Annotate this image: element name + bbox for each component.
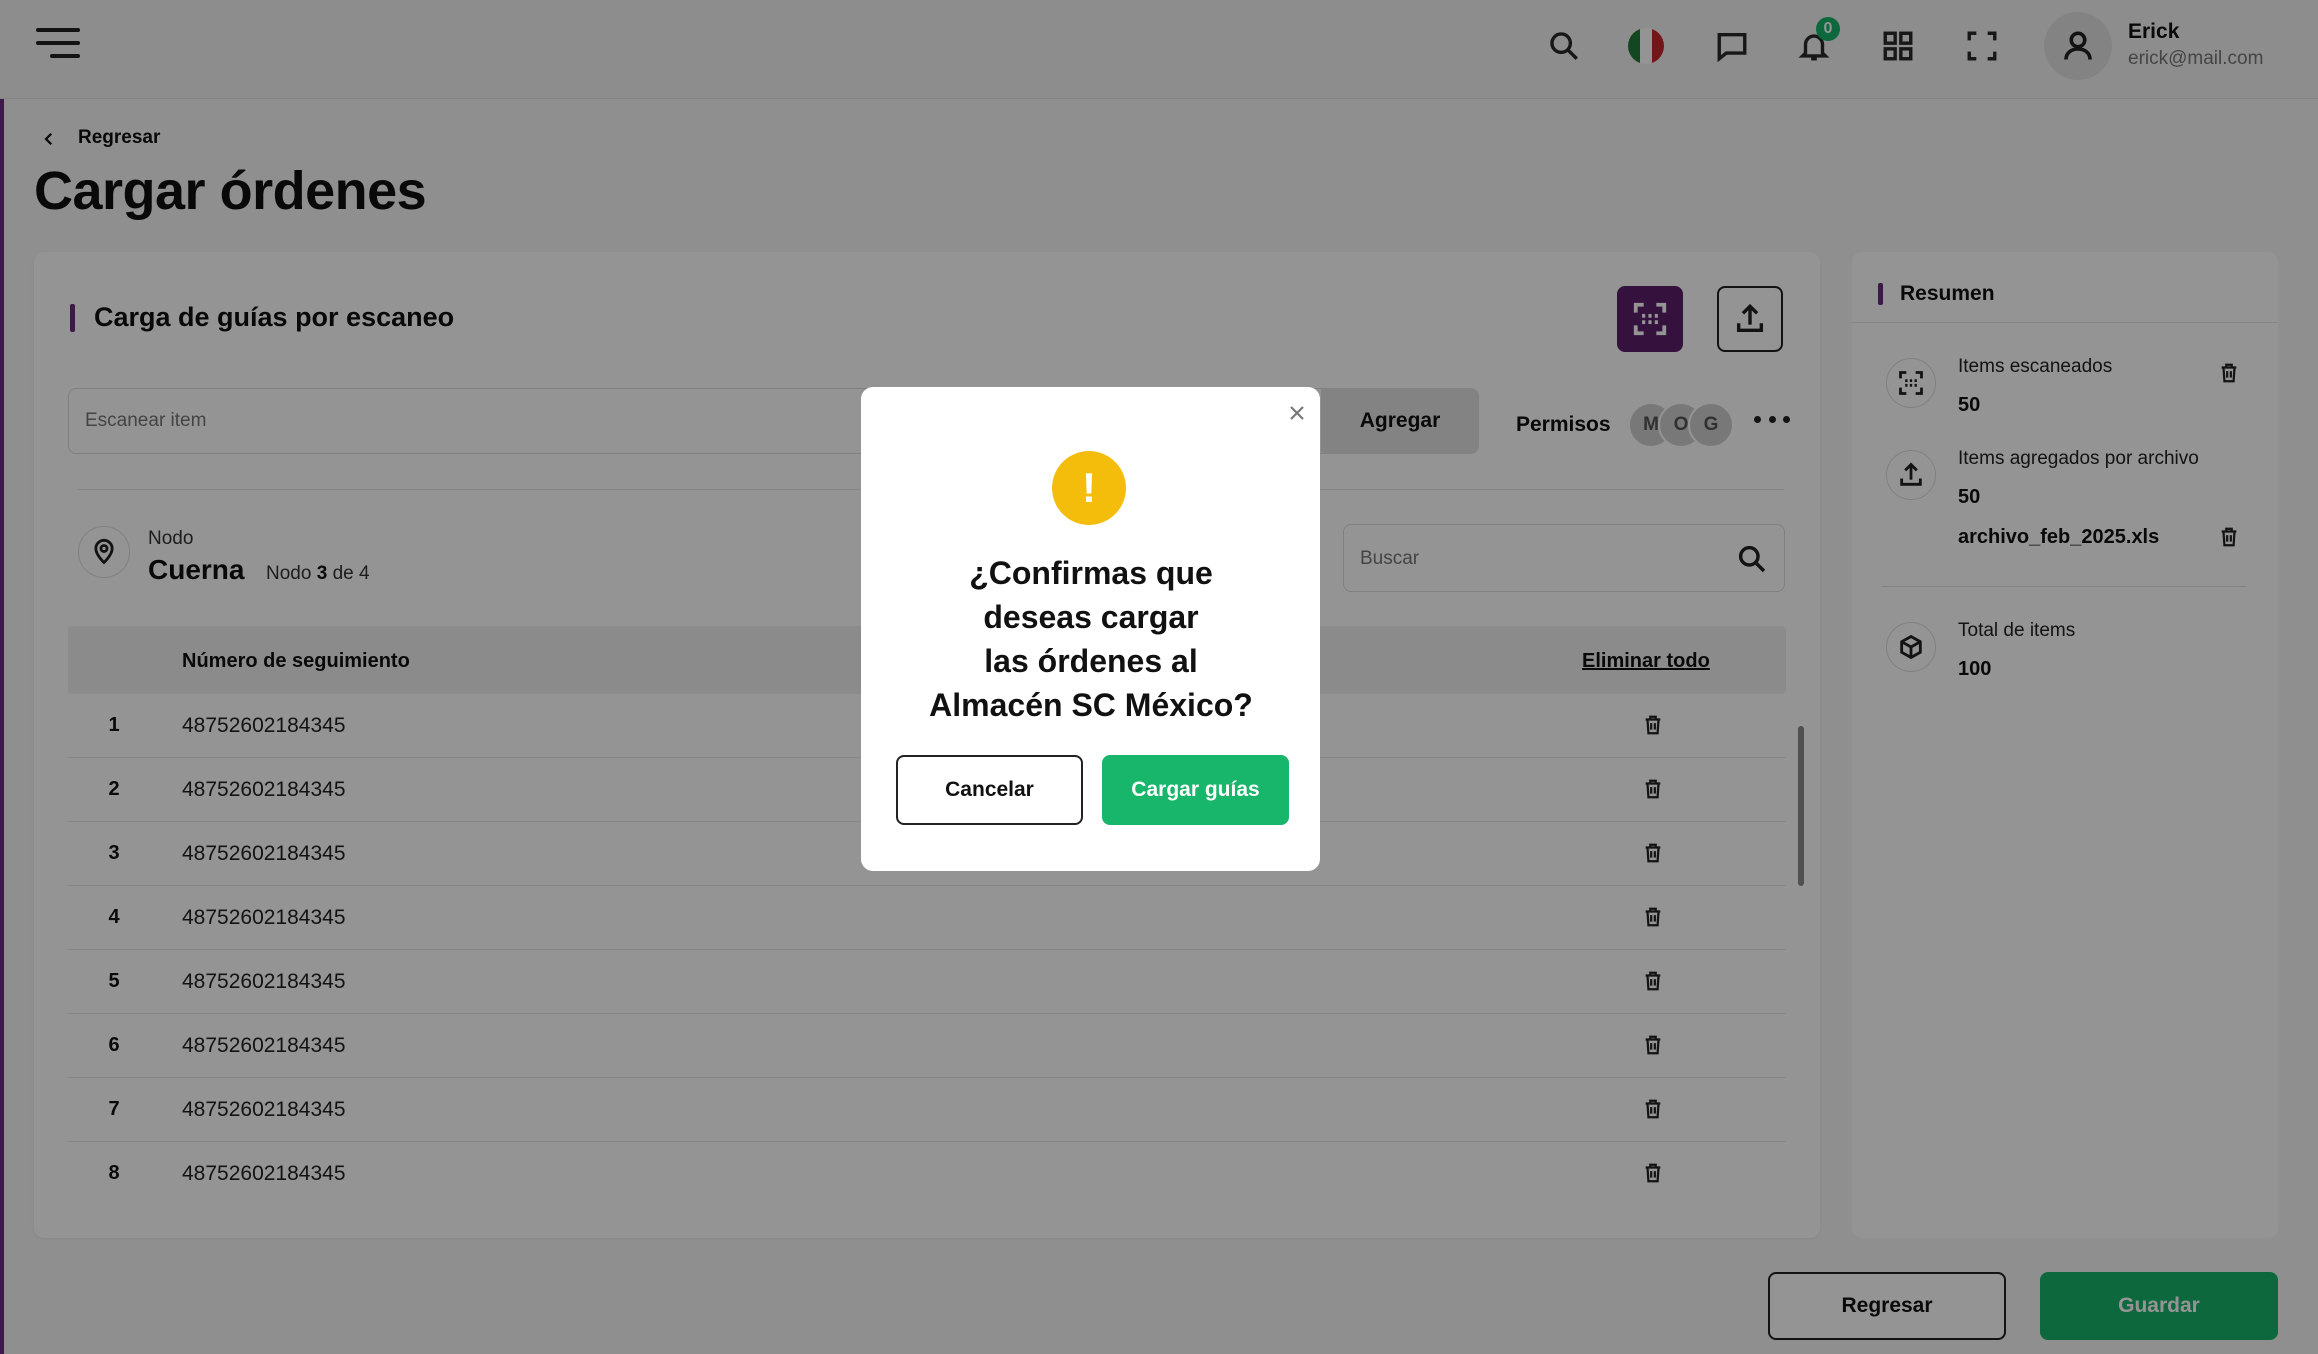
dialog-message-line: ¿Confirmas que <box>969 555 1213 591</box>
dialog-message-line: las órdenes al <box>984 643 1198 679</box>
dialog-message: ¿Confirmas que deseas cargar las órdenes… <box>891 551 1291 727</box>
confirm-dialog: ! ¿Confirmas que deseas cargar las órden… <box>861 387 1320 871</box>
confirm-upload-button[interactable]: Cargar guías <box>1102 755 1289 825</box>
warning-icon: ! <box>1052 451 1126 525</box>
close-icon[interactable] <box>1283 399 1311 427</box>
cancel-button[interactable]: Cancelar <box>896 755 1083 825</box>
dialog-message-line: deseas cargar <box>983 599 1199 635</box>
dialog-message-line: Almacén SC México? <box>929 687 1253 723</box>
